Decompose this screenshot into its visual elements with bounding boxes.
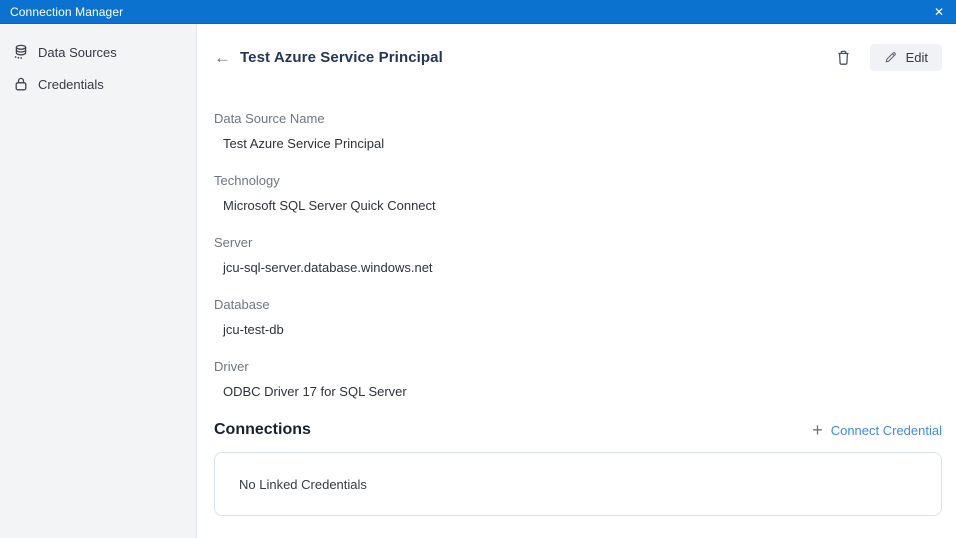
- page-title: Test Azure Service Principal: [240, 49, 443, 66]
- empty-state-message: No Linked Credentials: [239, 477, 367, 492]
- field-list: Data Source Name Test Azure Service Prin…: [214, 111, 942, 399]
- field-technology: Technology Microsoft SQL Server Quick Co…: [214, 173, 942, 213]
- field-value: Test Azure Service Principal: [214, 136, 942, 151]
- field-value: jcu-test-db: [214, 322, 942, 337]
- field-driver: Driver ODBC Driver 17 for SQL Server: [214, 359, 942, 399]
- field-database: Database jcu-test-db: [214, 297, 942, 337]
- sidebar-item-label: Credentials: [38, 77, 104, 92]
- field-label: Server: [214, 235, 942, 250]
- header-actions: Edit: [833, 44, 942, 71]
- connect-credential-label: Connect Credential: [831, 423, 942, 438]
- trash-icon: [835, 49, 852, 66]
- database-icon: [13, 44, 29, 60]
- field-label: Database: [214, 297, 942, 312]
- connect-credential-button[interactable]: + Connect Credential: [812, 421, 942, 439]
- edit-button[interactable]: Edit: [870, 44, 942, 71]
- field-value: Microsoft SQL Server Quick Connect: [214, 198, 942, 213]
- back-arrow-icon: ←: [214, 48, 231, 67]
- field-data-source-name: Data Source Name Test Azure Service Prin…: [214, 111, 942, 151]
- window-titlebar: Connection Manager ✕: [0, 0, 956, 24]
- field-label: Technology: [214, 173, 942, 188]
- back-button[interactable]: ←: [214, 49, 231, 66]
- close-button[interactable]: ✕: [922, 0, 956, 23]
- detail-header: ← Test Azure Service Principal: [214, 43, 942, 71]
- connections-header: Connections + Connect Credential: [214, 421, 942, 439]
- pencil-icon: [884, 50, 898, 64]
- field-label: Driver: [214, 359, 942, 374]
- sidebar: Data Sources Credentials: [0, 24, 197, 538]
- window-title: Connection Manager: [0, 5, 123, 19]
- delete-button[interactable]: [833, 47, 854, 68]
- connections-heading: Connections: [214, 421, 311, 439]
- linked-credentials-panel: No Linked Credentials: [214, 452, 942, 516]
- sidebar-item-data-sources[interactable]: Data Sources: [0, 36, 196, 68]
- close-icon: ✕: [934, 5, 944, 19]
- plus-icon: +: [812, 421, 823, 439]
- field-value: ODBC Driver 17 for SQL Server: [214, 384, 942, 399]
- lock-icon: [13, 76, 29, 92]
- edit-button-label: Edit: [906, 50, 928, 65]
- field-label: Data Source Name: [214, 111, 942, 126]
- field-server: Server jcu-sql-server.database.windows.n…: [214, 235, 942, 275]
- main-panel: ← Test Azure Service Principal: [197, 24, 956, 538]
- field-value: jcu-sql-server.database.windows.net: [214, 260, 942, 275]
- sidebar-item-credentials[interactable]: Credentials: [0, 68, 196, 100]
- sidebar-item-label: Data Sources: [38, 45, 117, 60]
